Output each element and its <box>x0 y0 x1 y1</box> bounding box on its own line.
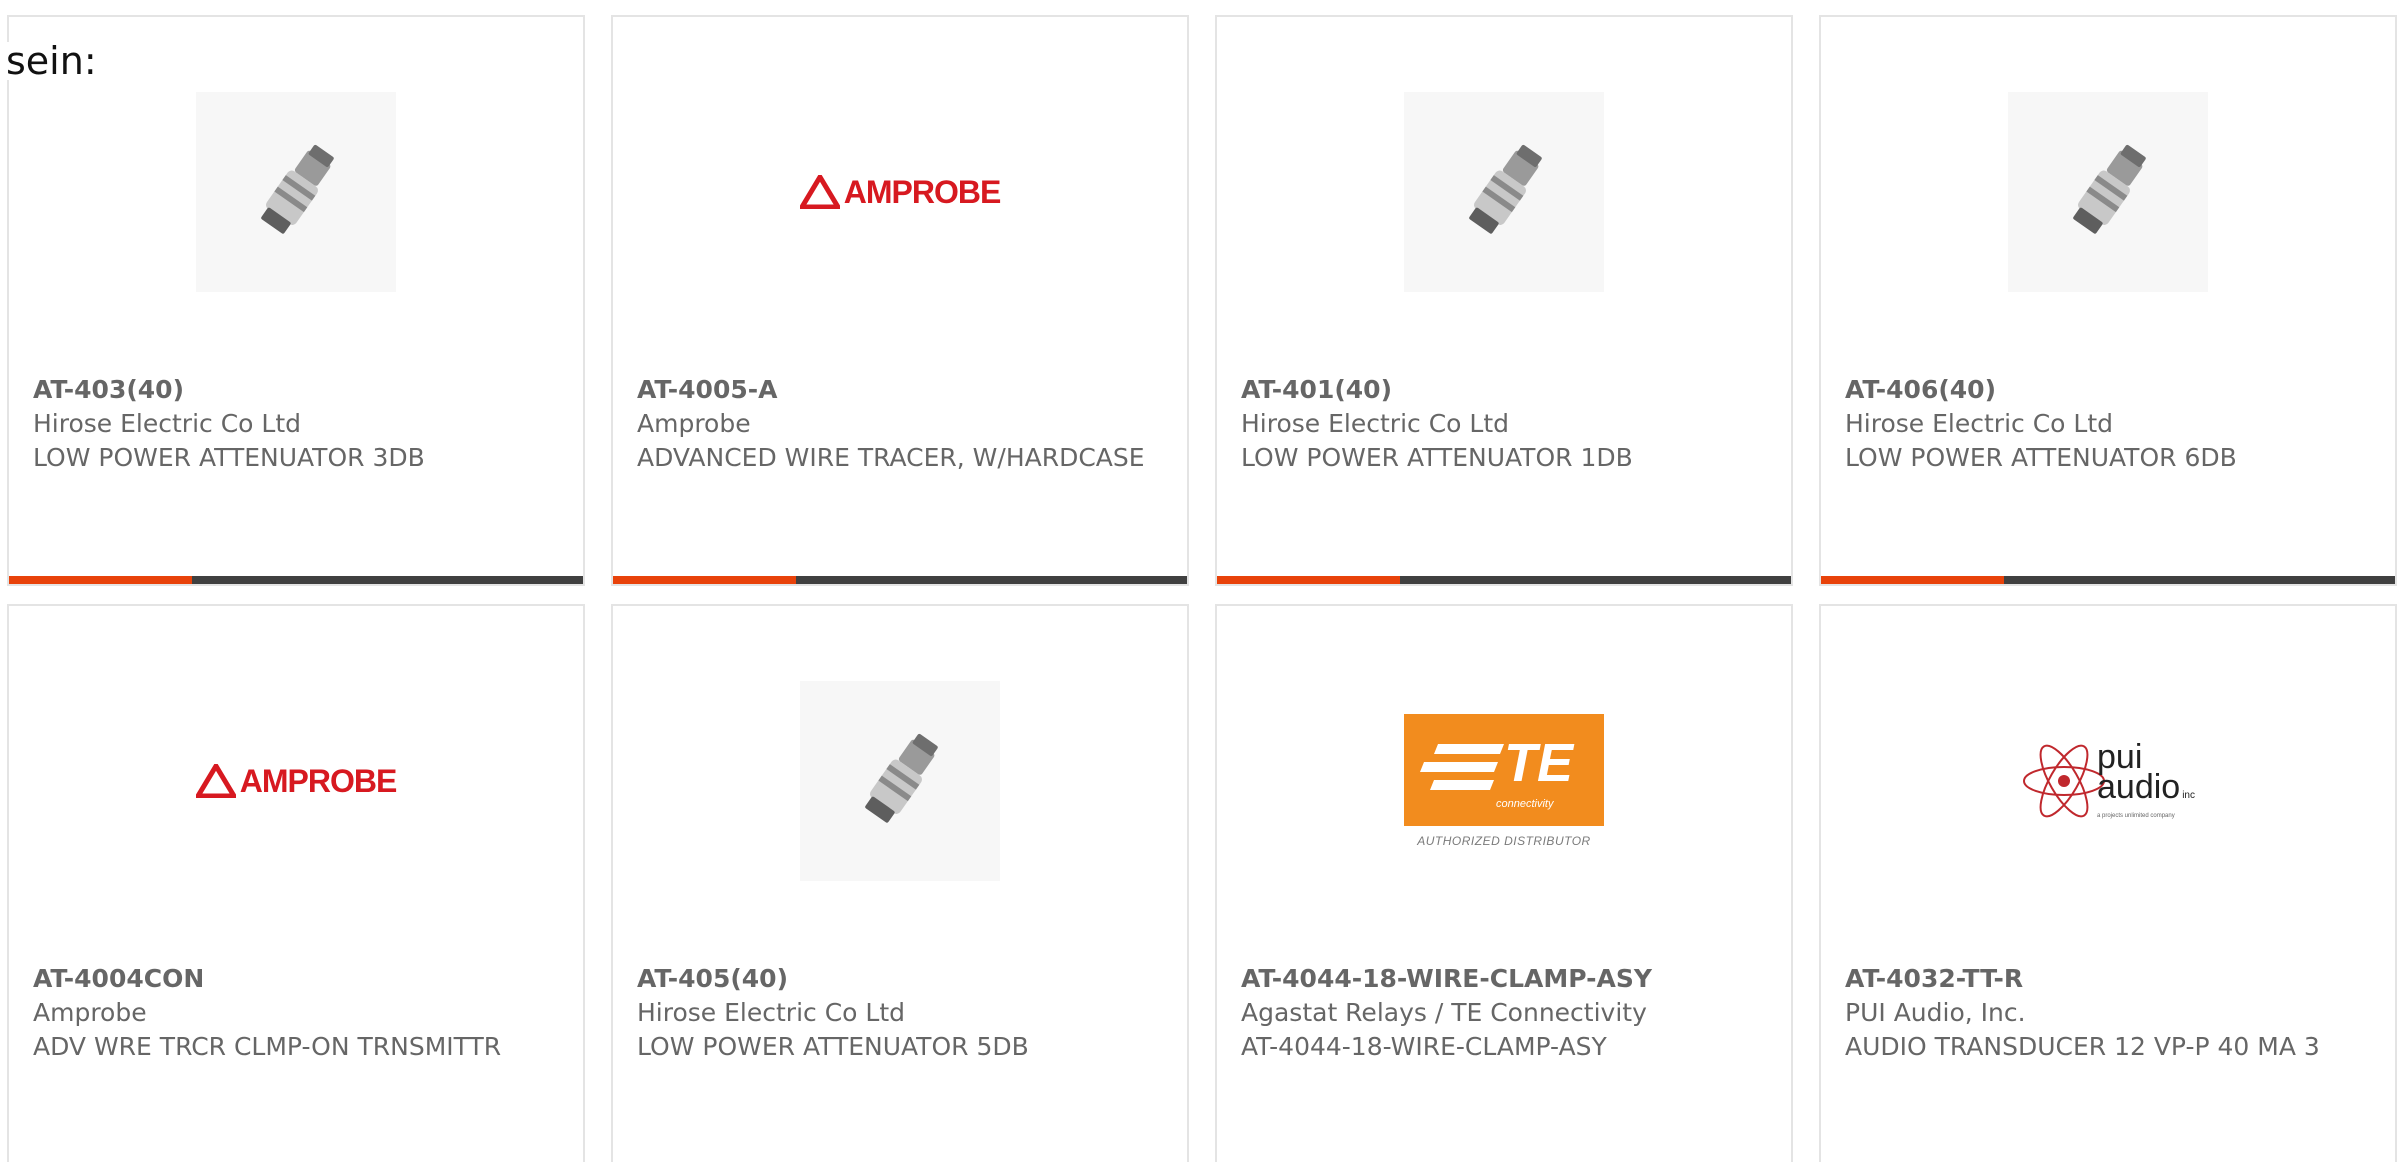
manufacturer: Hirose Electric Co Ltd <box>637 998 906 1027</box>
product-card[interactable]: AT-401(40) Hirose Electric Co Ltd LOW PO… <box>1215 15 1793 586</box>
amprobe-logo: AMPROBE <box>799 174 1001 211</box>
product-card[interactable]: AMPROBE AT-4004CON Amprobe ADV WRE TRCR … <box>7 604 585 1162</box>
product-card[interactable]: pui audio inc a projects unlimited compan… <box>1819 604 2397 1162</box>
card-accent <box>9 576 192 584</box>
part-number[interactable]: AT-403(40) <box>33 373 559 407</box>
card-bottom-bar <box>1217 576 1791 584</box>
description: ADV WRE TRCR CLMP-ON TRNSMITTR <box>33 1032 502 1061</box>
description: LOW POWER ATTENUATOR 1DB <box>1241 443 1633 472</box>
part-number[interactable]: AT-4004CON <box>33 962 559 996</box>
part-number[interactable]: AT-401(40) <box>1241 373 1767 407</box>
description: AT-4044-18-WIRE-CLAMP-ASY <box>1241 1032 1607 1061</box>
product-image[interactable]: pui audio inc a projects unlimited compan… <box>1821 676 2395 886</box>
manufacturer: Amprobe <box>637 409 751 438</box>
te-connectivity-logo: TE connectivity AUTHORIZED DISTRIBUTOR <box>1404 714 1604 848</box>
attenuator-photo <box>2008 92 2208 292</box>
atom-icon <box>2023 744 2105 818</box>
attenuator-photo <box>800 681 1000 881</box>
description: LOW POWER ATTENUATOR 6DB <box>1845 443 2237 472</box>
product-image[interactable]: AMPROBE <box>613 87 1187 297</box>
card-bottom-bar <box>613 576 1187 584</box>
product-image[interactable]: TE connectivity AUTHORIZED DISTRIBUTOR <box>1217 676 1791 886</box>
attenuator-photo <box>196 92 396 292</box>
manufacturer: Hirose Electric Co Ltd <box>1845 409 2114 438</box>
part-number[interactable]: AT-4032-TT-R <box>1845 962 2371 996</box>
product-card[interactable]: AT-403(40) Hirose Electric Co Ltd LOW PO… <box>7 15 585 586</box>
part-number[interactable]: AT-406(40) <box>1845 373 2371 407</box>
product-image[interactable] <box>9 87 583 297</box>
pui-audio-logo: pui audio inc a projects unlimited compan… <box>2021 738 2195 824</box>
card-bottom-bar <box>9 576 583 584</box>
product-image[interactable] <box>1217 87 1791 297</box>
amprobe-triangle-icon <box>195 764 236 798</box>
amprobe-logo: AMPROBE <box>195 763 397 800</box>
manufacturer: Agastat Relays / TE Connectivity <box>1241 998 1647 1027</box>
manufacturer: Amprobe <box>33 998 147 1027</box>
description: AUDIO TRANSDUCER 12 VP-P 40 MA 3 <box>1845 1032 2320 1061</box>
product-card[interactable]: AMPROBE AT-4005-A Amprobe ADVANCED WIRE … <box>611 15 1189 586</box>
part-number[interactable]: AT-405(40) <box>637 962 1163 996</box>
card-accent <box>1217 576 1400 584</box>
card-bottom-bar <box>1821 576 2395 584</box>
description: LOW POWER ATTENUATOR 5DB <box>637 1032 1029 1061</box>
manufacturer: PUI Audio, Inc. <box>1845 998 2026 1027</box>
product-card[interactable]: TE connectivity AUTHORIZED DISTRIBUTOR A… <box>1215 604 1793 1162</box>
part-number[interactable]: AT-4044-18-WIRE-CLAMP-ASY <box>1241 962 1767 996</box>
product-card[interactable]: AT-405(40) Hirose Electric Co Ltd LOW PO… <box>611 604 1189 1162</box>
manufacturer: Hirose Electric Co Ltd <box>33 409 302 438</box>
amprobe-triangle-icon <box>799 175 840 209</box>
product-grid-page: sein: AT-403(40) Hirose Electric Co Ltd … <box>0 0 2400 1162</box>
part-number[interactable]: AT-4005-A <box>637 373 1163 407</box>
description: LOW POWER ATTENUATOR 3DB <box>33 443 425 472</box>
card-accent <box>613 576 796 584</box>
product-image[interactable]: AMPROBE <box>9 676 583 886</box>
manufacturer: Hirose Electric Co Ltd <box>1241 409 1510 438</box>
product-image[interactable] <box>613 676 1187 886</box>
description: ADVANCED WIRE TRACER, W/HARDCASE <box>637 443 1145 472</box>
te-stripes-icon <box>1420 744 1504 790</box>
card-accent <box>1821 576 2004 584</box>
product-card[interactable]: AT-406(40) Hirose Electric Co Ltd LOW PO… <box>1819 15 2397 586</box>
product-image[interactable] <box>1821 87 2395 297</box>
attenuator-photo <box>1404 92 1604 292</box>
intro-text: sein: <box>6 42 101 80</box>
